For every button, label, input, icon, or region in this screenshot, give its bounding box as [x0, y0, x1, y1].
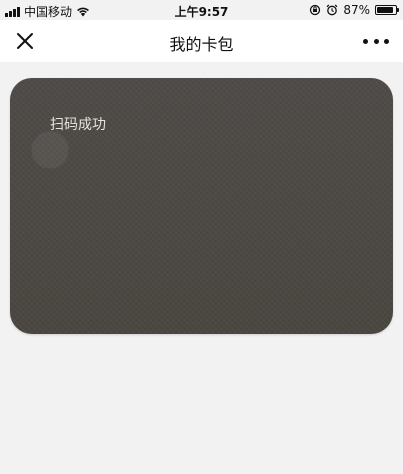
more-dot — [363, 38, 368, 44]
navigation-bar: 我的卡包 — [0, 20, 403, 62]
more-dot — [373, 38, 379, 44]
alarm-clock-icon — [326, 4, 338, 16]
wallet-card[interactable]: 扫码成功 — [10, 78, 393, 334]
more-dots-icon[interactable] — [363, 30, 389, 52]
status-bar: 中国移动 上午9:57 87% — [0, 0, 403, 20]
battery-percent: 87% — [343, 3, 370, 17]
battery-icon — [375, 5, 399, 15]
battery-level-fill — [377, 7, 393, 13]
status-bar-right: 87% — [309, 3, 399, 17]
rotation-lock-icon — [310, 4, 321, 16]
page-title: 我的卡包 — [169, 35, 234, 54]
wallet-screen: 中国移动 上午9:57 87% 我的卡包 扫码成功 — [0, 0, 403, 474]
more-dot — [384, 38, 389, 44]
card-status-text: 扫码成功 — [50, 117, 106, 133]
